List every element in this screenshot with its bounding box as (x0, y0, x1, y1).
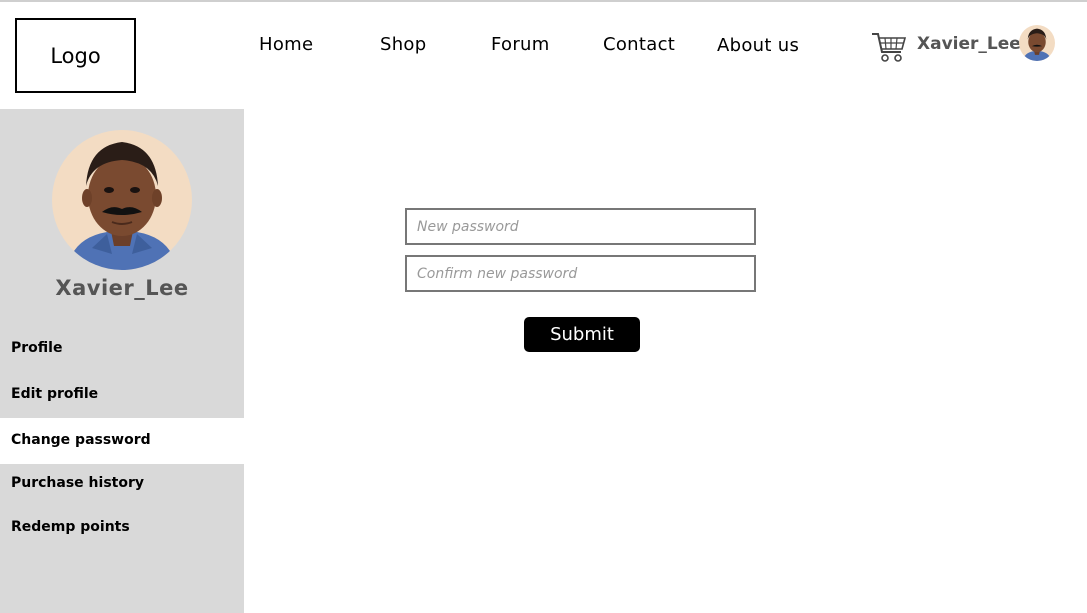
nav-forum[interactable]: Forum (491, 34, 550, 55)
nav-contact[interactable]: Contact (603, 34, 675, 55)
confirm-password-input[interactable] (405, 255, 756, 292)
submit-button[interactable]: Submit (524, 317, 640, 352)
header-avatar[interactable] (1019, 25, 1055, 61)
nav-home[interactable]: Home (259, 34, 313, 55)
logo[interactable]: Logo (15, 18, 136, 93)
shopping-cart-icon[interactable] (871, 30, 907, 64)
sidebar-item-purchase-history[interactable]: Purchase history (0, 464, 244, 504)
new-password-input[interactable] (405, 208, 756, 245)
nav-shop[interactable]: Shop (380, 34, 426, 55)
logo-text: Logo (50, 43, 101, 68)
sidebar-item-edit-profile[interactable]: Edit profile (0, 373, 244, 418)
header-username[interactable]: Xavier_Lee (917, 34, 1021, 54)
top-border (0, 0, 1087, 2)
sidebar-item-change-password[interactable]: Change password (0, 418, 244, 464)
profile-avatar (52, 130, 192, 270)
sidebar-item-profile[interactable]: Profile (0, 327, 244, 373)
nav-about-us[interactable]: About us (717, 35, 799, 56)
sidebar-item-redemp-points[interactable]: Redemp points (0, 504, 244, 550)
profile-username: Xavier_Lee (55, 276, 189, 300)
